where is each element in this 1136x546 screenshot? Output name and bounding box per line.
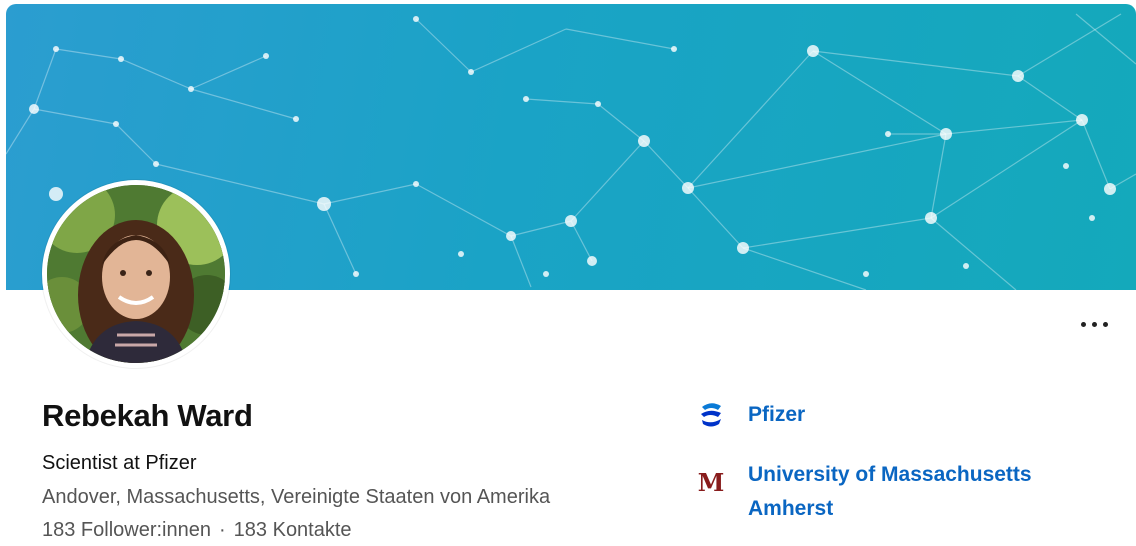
profile-location: Andover, Massachusetts, Vereinigte Staat…: [42, 486, 551, 508]
stats-separator: ·: [219, 519, 226, 541]
profile-headline: Scientist at Pfizer: [42, 452, 197, 474]
more-options-icon-dot: [1102, 321, 1108, 327]
profile-name: Rebekah Ward: [42, 398, 253, 433]
connections-count[interactable]: 183 Kontakte: [234, 519, 352, 541]
umass-logo-letter: M: [697, 467, 725, 497]
more-options-icon-dot: [1091, 321, 1097, 327]
pfizer-logo-icon: [696, 398, 726, 428]
org-pfizer[interactable]: Pfizer: [696, 398, 1078, 432]
profile-photo: [47, 185, 225, 363]
profile-avatar[interactable]: [42, 180, 230, 368]
org-pfizer-label[interactable]: Pfizer: [748, 398, 1078, 432]
more-options-icon: [1080, 321, 1086, 327]
org-umass-label[interactable]: University of Massachusetts Amherst: [748, 458, 1078, 526]
more-options-button[interactable]: [1074, 312, 1114, 336]
followers-count[interactable]: 183 Follower:innen: [42, 519, 211, 541]
profile-card: Rebekah Ward Scientist at Pfizer Andover…: [6, 4, 1136, 546]
profile-stats: 183 Follower:innen · 183 Kontakte: [42, 519, 352, 542]
org-umass[interactable]: M University of Massachusetts Amherst: [696, 458, 1078, 526]
umass-logo-icon: M: [696, 458, 726, 497]
